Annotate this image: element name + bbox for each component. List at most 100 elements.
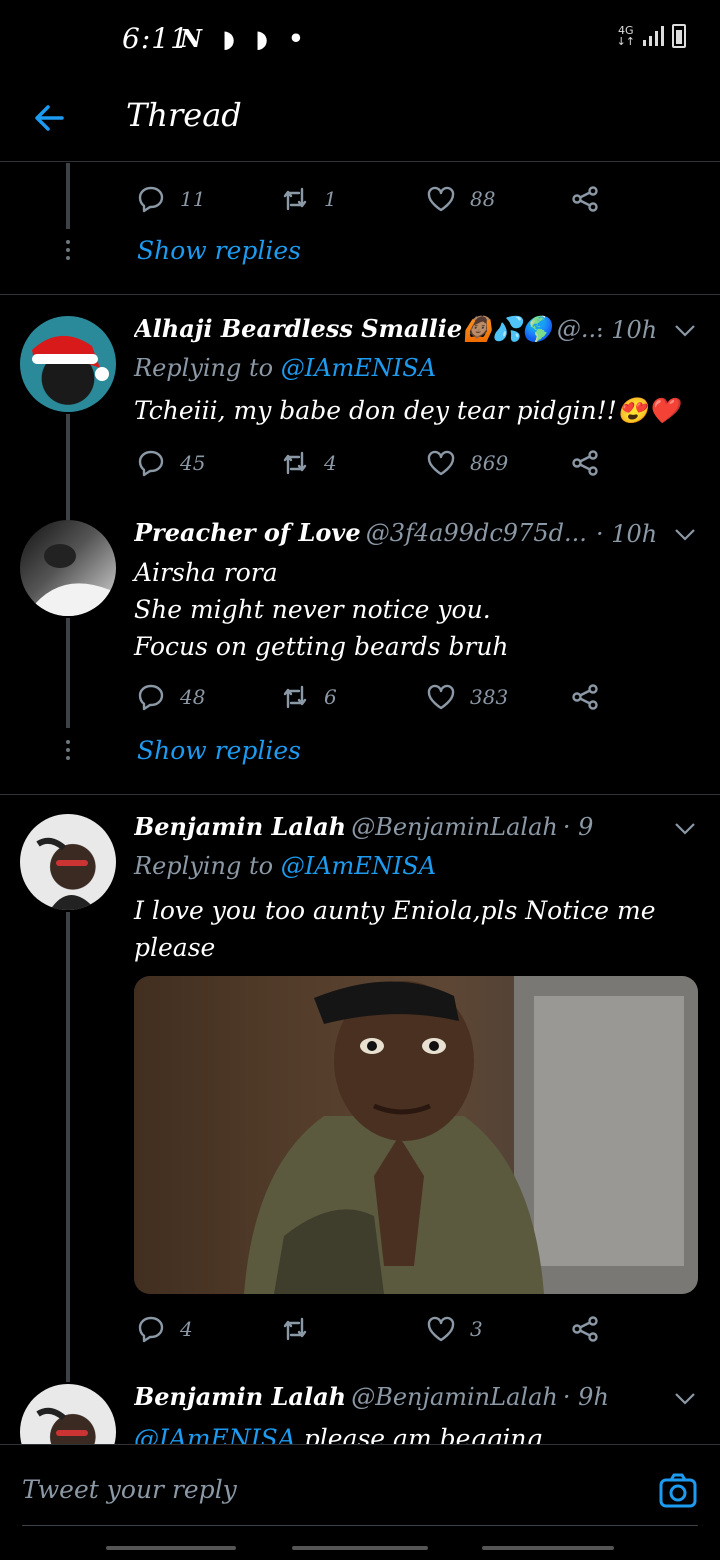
reply-count: 11: [180, 187, 206, 211]
replying-to: Replying to @IAmENISA: [134, 354, 436, 382]
author-name[interactable]: Benjamin Lalah: [134, 1382, 346, 1411]
replying-to-handle[interactable]: @IAmENISA: [281, 354, 436, 382]
nav-back[interactable]: [482, 1546, 614, 1550]
reply-count: 4: [180, 1317, 193, 1341]
avatar-image: [32, 335, 109, 381]
share-icon: [572, 684, 598, 710]
share-icon: [572, 186, 598, 212]
tweet-author-line: Preacher of Love @3f4a99dc975d...: [134, 518, 594, 547]
reply-button[interactable]: 11: [136, 184, 205, 214]
share-button[interactable]: [570, 448, 600, 478]
reply-icon: [138, 450, 164, 477]
retweet-icon: [283, 187, 307, 211]
page-title: Thread: [126, 96, 242, 134]
reply-input[interactable]: Tweet your reply: [22, 1475, 237, 1504]
status-bar: 6:11 N ◗ ◗ • 4G ↓↑: [0, 0, 720, 84]
retweet-button[interactable]: [280, 1314, 324, 1344]
author-name[interactable]: Alhaji Beardless Smallie🙆🏽💦🌎: [134, 314, 552, 343]
tweet-text: I love you too aunty Eniola,pls Notice m…: [134, 896, 656, 962]
like-count: 3: [470, 1317, 483, 1341]
avatar[interactable]: [20, 814, 116, 910]
replying-to-prefix: Replying to: [134, 852, 281, 880]
share-icon: [572, 450, 598, 476]
chevron-down-icon[interactable]: [674, 528, 696, 542]
retweet-icon: [283, 1317, 307, 1341]
retweet-button[interactable]: 6: [280, 682, 337, 712]
show-replies-link[interactable]: Show replies: [137, 736, 301, 765]
share-button[interactable]: [570, 682, 600, 712]
avatar[interactable]: [20, 520, 116, 616]
retweet-icon: [283, 685, 307, 709]
signal-icon: [643, 26, 664, 46]
network-type: 4G ↓↑: [616, 24, 635, 48]
tweet-time: · 10h: [596, 316, 658, 344]
reply-button[interactable]: 48: [136, 682, 205, 712]
composer-underline: [22, 1525, 698, 1526]
battery-icon: [672, 24, 686, 48]
chevron-down-icon[interactable]: [674, 324, 696, 338]
tweet-actions: 45 4 869: [0, 444, 720, 484]
reply-icon: [138, 1316, 164, 1343]
status-right: 4G ↓↑: [617, 24, 686, 48]
retweet-icon: [283, 451, 307, 475]
author-handle: @3f4a99dc975d...: [365, 519, 587, 547]
thread-dots: [66, 240, 70, 264]
share-button[interactable]: [570, 1314, 600, 1344]
thread-dots: [66, 740, 70, 764]
like-button[interactable]: 3: [426, 1314, 483, 1344]
reply-icon: [138, 684, 164, 711]
like-button[interactable]: 383: [426, 682, 508, 712]
camera-icon[interactable]: [658, 1471, 698, 1511]
heart-icon: [427, 450, 455, 476]
divider: [0, 294, 720, 295]
like-count: 88: [470, 187, 496, 211]
tweet-author-line: Benjamin Lalah @BenjaminLalah · 9h: [134, 812, 594, 841]
show-replies-link[interactable]: Show replies: [137, 236, 301, 265]
media-photo: [134, 976, 698, 1294]
author-handle: @BenjaminLalah: [351, 813, 558, 841]
avatar-image: [20, 544, 116, 616]
chevron-down-icon[interactable]: [674, 822, 696, 836]
like-count: 383: [470, 685, 509, 709]
tweet-text: Tcheiii, my babe don dey tear pidgin!!😍❤…: [134, 396, 680, 425]
tweet-text: Airsha rora She might never notice you. …: [134, 558, 509, 661]
reply-count: 48: [180, 685, 206, 709]
thread-header: Thread: [0, 84, 720, 162]
retweet-button[interactable]: 1: [280, 184, 337, 214]
nav-home[interactable]: [292, 1546, 428, 1550]
replying-to-prefix: Replying to: [134, 354, 281, 382]
reply-icon: [138, 186, 164, 213]
retweet-count: 6: [324, 685, 337, 709]
author-handle: @BenjaminLalah: [351, 1383, 558, 1411]
author-name[interactable]: Benjamin Lalah: [134, 812, 346, 841]
chevron-down-icon[interactable]: [674, 1392, 696, 1406]
tweet-time: · 9h: [562, 1383, 609, 1411]
status-time: 6:11: [122, 22, 189, 55]
arrow-left-icon[interactable]: [32, 100, 68, 136]
like-count: 869: [470, 451, 509, 475]
avatar-image: [36, 837, 96, 910]
heart-icon: [427, 1316, 455, 1342]
nav-recents[interactable]: [106, 1546, 236, 1550]
retweet-count: 4: [324, 451, 337, 475]
tweet-actions: 48 6 383: [0, 678, 720, 718]
tweet-time: · 10h: [596, 520, 658, 548]
avatar[interactable]: [20, 316, 116, 412]
author-name[interactable]: Preacher of Love: [134, 518, 361, 547]
tweet-actions: 4 3: [0, 1310, 720, 1350]
system-nav-bar: [0, 1540, 720, 1560]
replying-to-handle[interactable]: @IAmENISA: [281, 852, 436, 880]
heart-icon: [427, 684, 455, 710]
tweet-actions: 11 1 88: [0, 180, 720, 220]
reply-button[interactable]: 45: [136, 448, 205, 478]
reply-button[interactable]: 4: [136, 1314, 193, 1344]
tweet-media-image[interactable]: [134, 976, 698, 1294]
like-button[interactable]: 869: [426, 448, 508, 478]
reply-count: 45: [180, 451, 206, 475]
like-button[interactable]: 88: [426, 184, 495, 214]
retweet-button[interactable]: 4: [280, 448, 337, 478]
notification-icons: N ◗ ◗ •: [180, 24, 310, 53]
retweet-count: 1: [324, 187, 337, 211]
share-button[interactable]: [570, 184, 600, 214]
heart-icon: [427, 186, 455, 212]
